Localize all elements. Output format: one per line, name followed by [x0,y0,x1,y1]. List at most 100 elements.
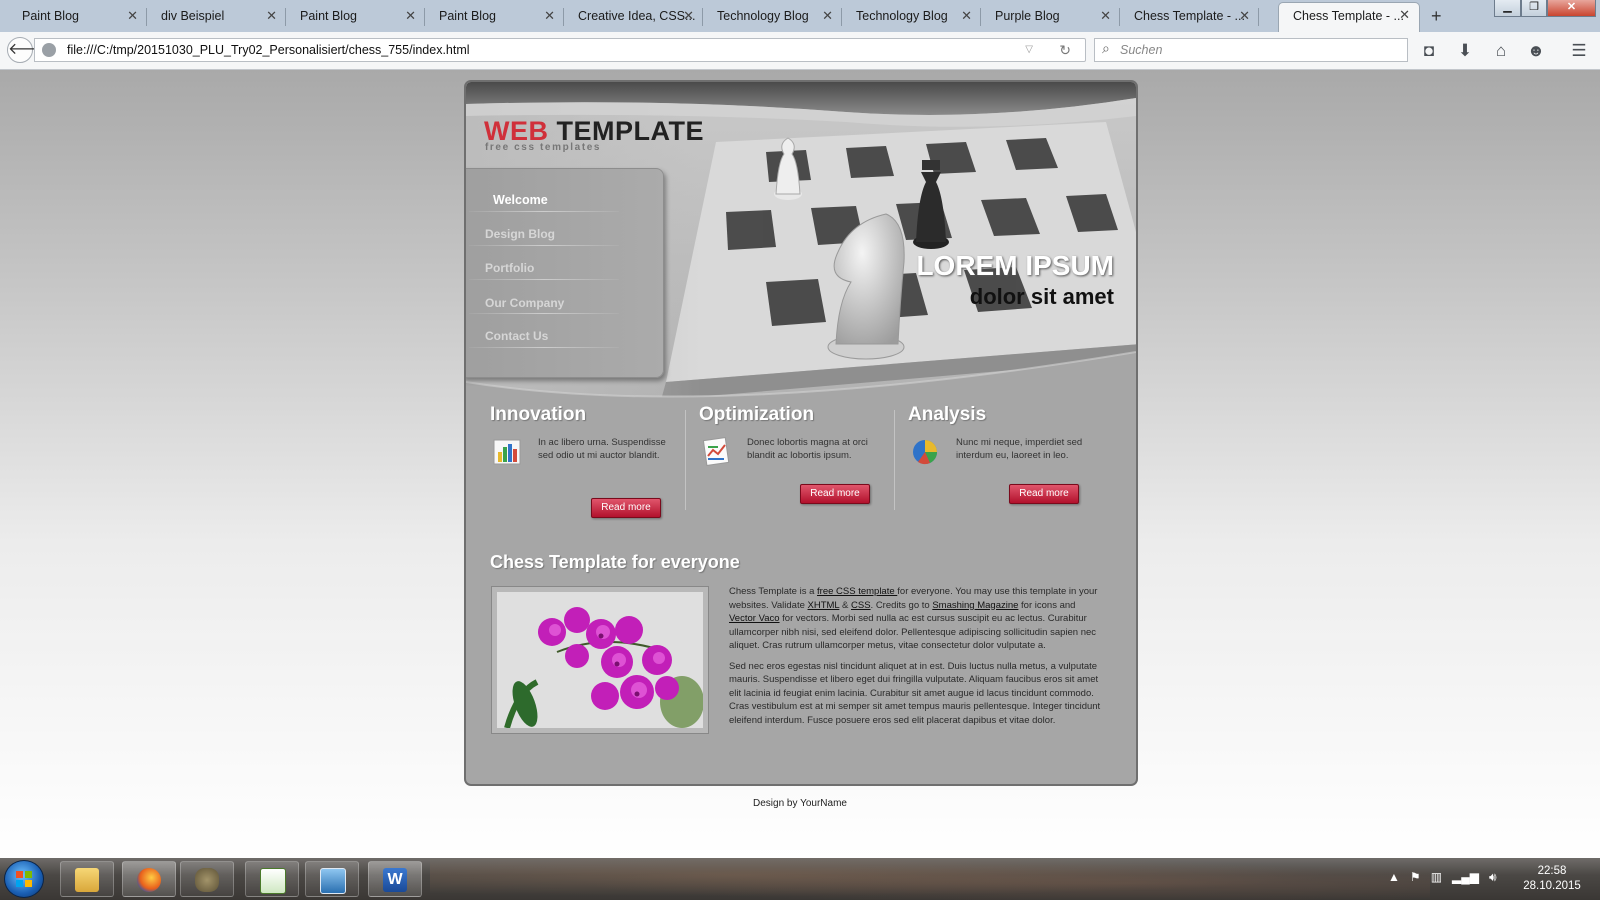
text-run: . Credits go to [870,599,933,611]
menu-hamburger-icon[interactable]: ☰ [1568,40,1590,62]
tab-close-icon[interactable]: ✕ [683,4,694,28]
link-xhtml[interactable]: XHTML [808,600,840,611]
chat-icon[interactable]: ☻ [1525,40,1547,62]
text-run: for icons and [1018,599,1076,611]
link-css[interactable]: CSS [851,600,871,611]
tab[interactable]: Creative Idea, CSS... ✕ [564,4,703,32]
tab-label: Paint Blog [300,9,357,23]
tab[interactable]: Chess Template - ... ✕ [1120,4,1259,32]
tab-close-icon[interactable]: ✕ [405,4,416,28]
link-vector-vaco[interactable]: Vector Vaco [729,613,780,624]
tab[interactable]: Technology Blog ✕ [703,4,842,32]
menu-divider [469,211,619,212]
orchid-photo [491,586,709,734]
file-explorer-icon [75,868,99,892]
tab-label: Technology Blog [717,9,809,23]
navigation-toolbar: 🡐 file:///C:/tmp/20151030_PLU_Try02_Pers… [0,32,1600,70]
tab-close-icon[interactable]: ✕ [1399,3,1410,27]
feature-analysis: Analysis Nunc mi neque, imperdiet sed in… [908,404,1098,544]
tab-strip: Paint Blog ✕ div Beispiel ✕ Paint Blog ✕… [0,0,1600,32]
feature-optimization: Optimization Donec lobortis magna at orc… [699,404,889,544]
tab-label: Chess Template - ... [1134,9,1245,23]
tab-label: Creative Idea, CSS... [578,9,696,23]
tab-close-icon[interactable]: ✕ [822,4,833,28]
link-smashing-magazine[interactable]: Smashing Magazine [932,600,1018,611]
download-icon[interactable]: ⬇ [1454,40,1476,62]
taskbar-app-spreadsheet[interactable] [245,861,299,897]
logo-tagline: free css templates [485,142,602,153]
url-text[interactable]: file:///C:/tmp/20151030_PLU_Try02_Person… [67,39,470,61]
feature-title: Analysis [908,404,987,425]
menu-item-design-blog[interactable]: Design Blog [485,227,555,241]
taskbar-app-image-viewer[interactable] [305,861,359,897]
menu-item-welcome[interactable]: Welcome [493,193,548,207]
tab-close-icon[interactable]: ✕ [127,4,138,28]
read-more-button[interactable]: Read more [800,484,870,504]
tab-label: div Beispiel [161,9,225,23]
read-more-button[interactable]: Read more [591,498,661,518]
tab[interactable]: Paint Blog ✕ [425,4,564,32]
system-tray: ▲ ⚑ ▥ ▂▄▆ 🔊︎ [1388,870,1497,885]
feature-columns: Innovation In ac libero urna. Suspendiss… [466,404,1136,544]
menu-item-our-company[interactable]: Our Company [485,296,564,310]
menu-item-contact-us[interactable]: Contact Us [485,329,548,343]
close-window-icon[interactable]: ✕ [1547,0,1596,17]
pie-chart-icon [913,440,938,465]
tab[interactable]: Technology Blog ✕ [842,4,981,32]
tab-label: Chess Template - ... [1293,9,1404,23]
volume-icon[interactable]: 🔊︎ [1489,870,1497,884]
column-divider [894,410,895,510]
link-free-css-template[interactable]: free CSS template [817,586,897,597]
bar-chart-icon [493,439,521,465]
tab-close-icon[interactable]: ✕ [544,4,555,28]
taskbar-app-gimp[interactable] [180,861,234,897]
taskbar-app-explorer[interactable] [60,861,114,897]
menu-divider [469,313,619,314]
dropdown-arrow-icon[interactable]: ▽ [1025,39,1033,61]
tab[interactable]: Purple Blog ✕ [981,4,1120,32]
new-tab-icon[interactable]: + [1431,4,1442,28]
signal-icon[interactable]: ▂▄▆ [1452,870,1479,884]
document-chart-icon [702,437,730,466]
taskbar-app-word[interactable]: W [368,861,422,897]
feature-title: Innovation [490,404,587,425]
minimize-icon[interactable]: ▁ [1494,0,1521,17]
pocket-icon[interactable]: ◘ [1418,40,1440,62]
show-hidden-icons-icon[interactable]: ▲ [1388,870,1400,884]
tab-close-icon[interactable]: ✕ [1100,4,1111,28]
text-run: Chess Template is a [729,586,818,597]
system-clock[interactable]: 22:58 28.10.2015 [1512,864,1592,894]
tab[interactable]: Paint Blog ✕ [8,4,147,32]
menu-divider [469,245,619,246]
menu-divider [469,279,619,280]
tab[interactable]: Paint Blog ✕ [286,4,425,32]
back-arrow-icon[interactable]: 🡐 [7,37,51,63]
url-bar[interactable]: file:///C:/tmp/20151030_PLU_Try02_Person… [34,38,1086,62]
gimp-icon [195,868,219,892]
image-viewer-icon [320,868,346,894]
tab-label: Purple Blog [995,9,1060,23]
search-input[interactable]: ⌕ Suchen [1094,38,1408,62]
network-icon[interactable]: ▥ [1431,870,1442,884]
action-center-flag-icon[interactable]: ⚑ [1410,870,1421,884]
taskbar-app-firefox[interactable] [122,861,176,897]
orchid-image [497,592,703,728]
menu-item-portfolio[interactable]: Portfolio [485,261,534,275]
feature-title: Optimization [699,404,815,425]
read-more-button[interactable]: Read more [1009,484,1079,504]
tab[interactable]: div Beispiel ✕ [147,4,286,32]
hero-subtitle: dolor sit amet [969,284,1114,309]
column-divider [685,410,686,510]
menu-divider [469,347,619,348]
tab-close-icon[interactable]: ✕ [1239,4,1250,28]
tab-close-icon[interactable]: ✕ [266,4,277,28]
section-body: Chess Template is a free CSS template fo… [729,585,1101,734]
text-run: & [839,599,851,611]
tab-active[interactable]: Chess Template - ... ✕ [1278,2,1420,32]
tab-close-icon[interactable]: ✕ [961,4,972,28]
start-button[interactable] [4,860,44,898]
reload-icon[interactable]: ↻ [1059,39,1071,61]
home-icon[interactable]: ⌂ [1490,40,1512,62]
search-placeholder: Suchen [1120,43,1163,57]
maximize-icon[interactable]: ❐ [1521,0,1547,17]
